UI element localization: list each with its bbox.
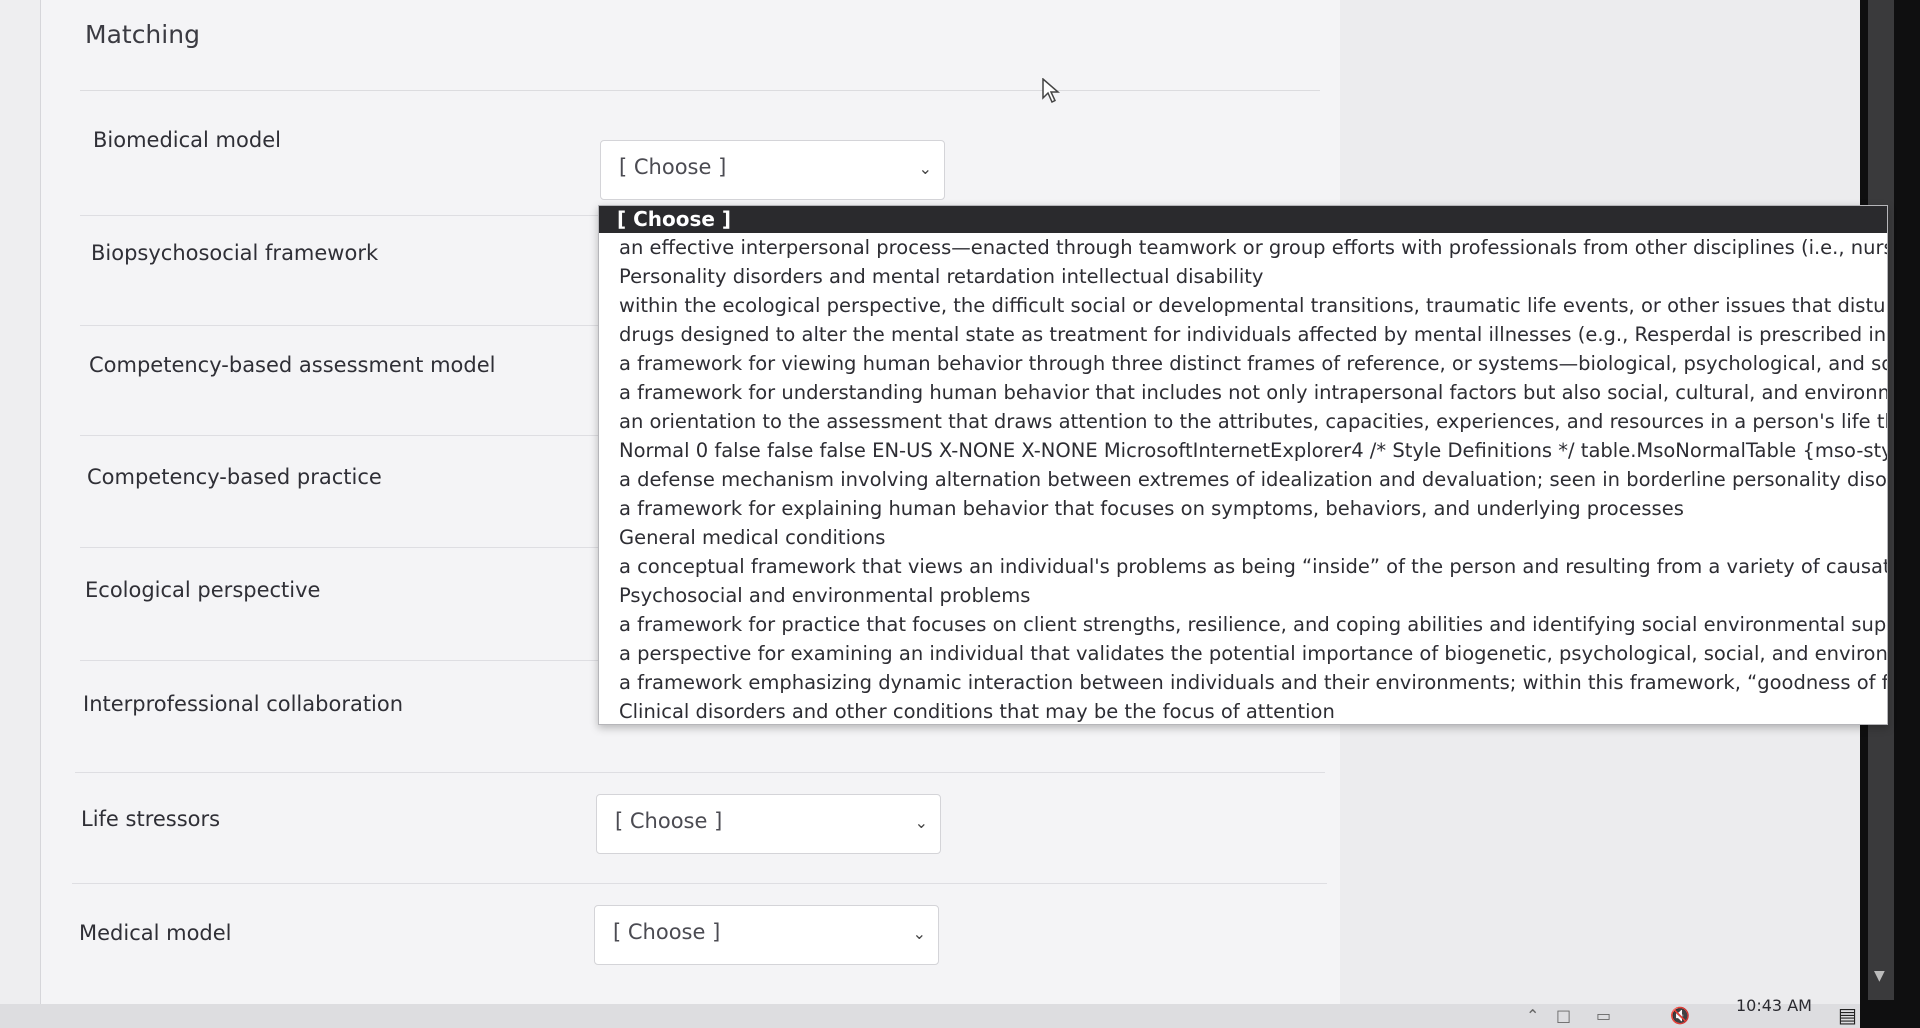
dropdown-option[interactable]: Psychosocial and environmental problems (599, 581, 1887, 610)
scroll-down-arrow-icon[interactable]: ▼ (1874, 968, 1885, 984)
network-icon[interactable]: □ (1556, 1006, 1571, 1025)
volume-muted-icon[interactable]: 🔇 (1670, 1006, 1690, 1025)
select-value: [ Choose ] (619, 155, 727, 179)
divider (80, 90, 1320, 91)
match-label-biopsychosocial-framework: Biopsychosocial framework (91, 241, 379, 265)
row-divider (80, 325, 600, 326)
dropdown-option[interactable]: a framework for explaining human behavio… (599, 494, 1887, 523)
select-value: [ Choose ] (613, 920, 721, 944)
dropdown-option[interactable]: a framework for understanding human beha… (599, 378, 1887, 407)
mouse-pointer-icon (1042, 77, 1061, 110)
taskbar-clock[interactable]: 10:43 AM (1736, 996, 1812, 1015)
match-label-biomedical-model: Biomedical model (93, 128, 281, 152)
row-divider (80, 435, 600, 436)
battery-icon[interactable]: ▭ (1596, 1006, 1611, 1025)
match-label-medical-model: Medical model (79, 921, 232, 945)
dropdown-option[interactable]: within the ecological perspective, the d… (599, 291, 1887, 320)
chevron-up-icon[interactable]: ⌃ (1526, 1006, 1539, 1025)
match-label-ecological-perspective: Ecological perspective (85, 578, 321, 602)
dropdown-option[interactable]: a framework for viewing human behavior t… (599, 349, 1887, 378)
dropdown-option-selected[interactable]: [ Choose ] (599, 206, 1887, 233)
select-value: [ Choose ] (615, 809, 723, 833)
chevron-down-icon: ⌄ (918, 159, 932, 178)
match-label-competency-based-assessment-model: Competency-based assessment model (89, 353, 496, 377)
row-divider (72, 883, 1327, 884)
chevron-down-icon: ⌄ (912, 924, 926, 943)
dropdown-option[interactable]: an effective interpersonal process—enact… (599, 233, 1887, 262)
answer-select-medical-model[interactable]: [ Choose ] ⌄ (594, 905, 939, 965)
dropdown-option[interactable]: Clinical disorders and other conditions … (599, 697, 1887, 724)
taskbar (0, 1004, 1860, 1028)
row-divider (75, 772, 1325, 773)
question-title: Matching (85, 20, 200, 49)
match-label-life-stressors: Life stressors (81, 807, 221, 831)
dropdown-option[interactable]: General medical conditions (599, 523, 1887, 552)
dropdown-option[interactable]: a perspective for examining an individua… (599, 639, 1887, 668)
dropdown-option[interactable]: a framework emphasizing dynamic interact… (599, 668, 1887, 697)
dropdown-option[interactable]: a framework for practice that focuses on… (599, 610, 1887, 639)
left-margin (0, 0, 40, 1028)
chevron-down-icon: ⌄ (914, 813, 928, 832)
dropdown-option[interactable]: Personality disorders and mental retarda… (599, 262, 1887, 291)
dropdown-option[interactable]: Normal 0 false false false EN-US X-NONE … (599, 436, 1887, 465)
dropdown-option[interactable]: drugs designed to alter the mental state… (599, 320, 1887, 349)
dropdown-option[interactable]: a conceptual framework that views an ind… (599, 552, 1887, 581)
match-label-competency-based-practice: Competency-based practice (87, 465, 382, 489)
notifications-icon[interactable]: ▤ (1838, 1003, 1857, 1027)
answer-select-life-stressors[interactable]: [ Choose ] ⌄ (596, 794, 941, 854)
dropdown-option[interactable]: an orientation to the assessment that dr… (599, 407, 1887, 436)
row-divider (80, 660, 600, 661)
match-label-interprofessional-collaboration: Interprofessional collaboration (83, 692, 404, 716)
dropdown-option[interactable]: a defense mechanism involving alternatio… (599, 465, 1887, 494)
answer-select-biomedical-model[interactable]: [ Choose ] ⌄ (600, 140, 945, 200)
answer-dropdown-list[interactable]: [ Choose ] an effective interpersonal pr… (598, 205, 1888, 725)
row-divider (80, 215, 600, 216)
row-divider (80, 547, 600, 548)
